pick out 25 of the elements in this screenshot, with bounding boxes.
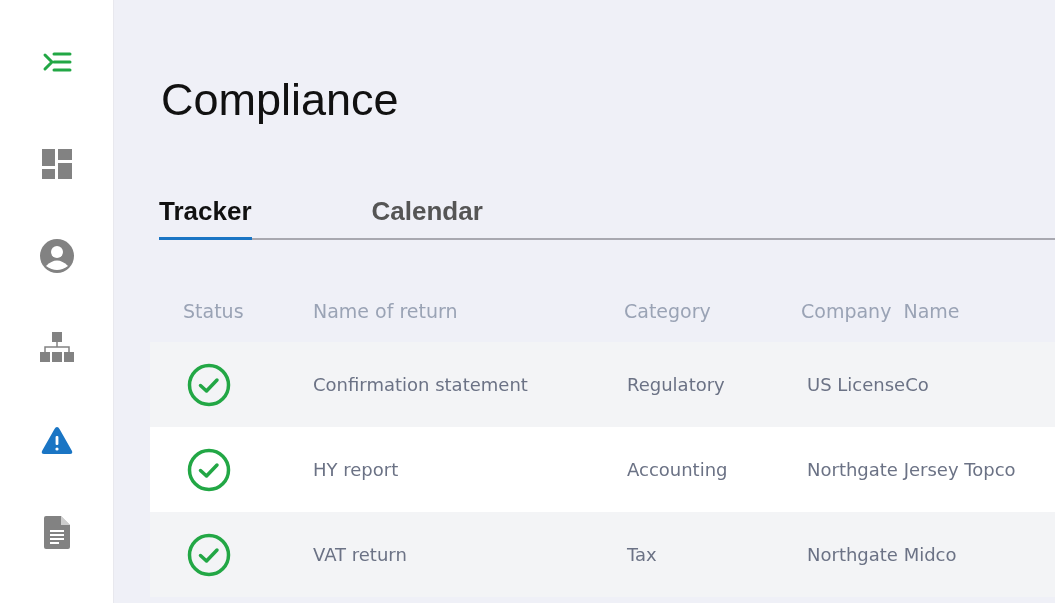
hierarchy-icon (39, 332, 74, 364)
menu-icon (41, 51, 72, 73)
table-cell-text: VAT return (313, 544, 408, 565)
profile-icon (39, 239, 74, 273)
warning-icon (40, 425, 73, 455)
dashboard-icon (40, 148, 73, 180)
tab[interactable]: Calendar (371, 196, 483, 240)
table-cell-text: Accounting (626, 459, 729, 480)
column-header: Company Name (801, 300, 960, 322)
table-row[interactable]: VAT return Tax Northgate Midco (150, 512, 1055, 597)
table-row[interactable]: HY report Accounting Northgate Jersey Topco (150, 427, 1055, 512)
column-header: Status (182, 300, 245, 322)
table-cell-text: HY report (313, 459, 400, 480)
document-icon (43, 515, 70, 549)
table-row[interactable]: Confirmation statement Regulatory US LicenseCo (150, 342, 1055, 427)
column-header: Category (624, 300, 712, 322)
tab[interactable]: Tracker (159, 196, 252, 240)
page-title: Compliance (161, 73, 400, 127)
table-cell-text: Regulatory (626, 374, 726, 395)
table-cell-text: Tax (626, 544, 658, 565)
table-cell-text: US LicenseCo (806, 374, 929, 395)
table-cell-text: Confirmation statement (313, 374, 529, 395)
column-header: Name of return (313, 300, 459, 322)
table-cell-text: Northgate Midco (806, 544, 957, 565)
table-cell-text: Northgate Jersey Topco (806, 459, 1016, 480)
